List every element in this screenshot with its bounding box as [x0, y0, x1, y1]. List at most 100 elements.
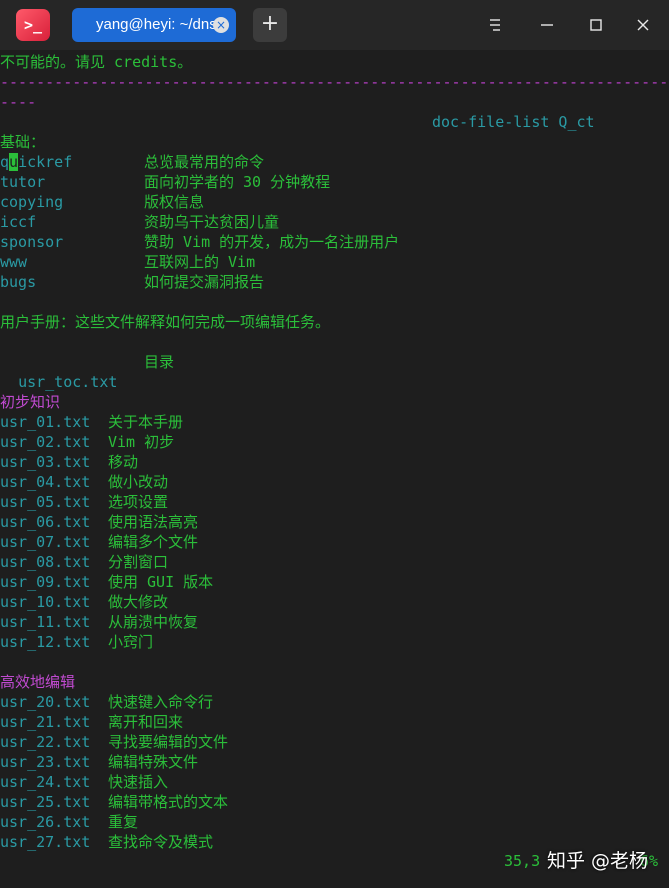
- list-item: copying 版权信息: [0, 192, 204, 212]
- list-item-desc: Vim 初步: [108, 433, 175, 451]
- list-item-desc: 移动: [108, 453, 139, 471]
- intro-line: 不可能的。请见 credits。: [0, 53, 193, 71]
- list-item: usr_08.txt 分割窗口: [0, 552, 168, 572]
- list-item-name: tutor: [0, 173, 46, 191]
- watermark: 知乎 @老杨: [547, 850, 649, 872]
- list-item-name: usr_04.txt: [0, 473, 91, 491]
- close-icon[interactable]: ×: [213, 17, 229, 33]
- list-item-name: usr_03.txt: [0, 453, 91, 471]
- list-item-desc: 编辑带格式的文本: [108, 793, 229, 811]
- list-item-desc: 赞助 Vim 的开发，成为一名注册用户: [144, 233, 400, 251]
- list-item-desc: 快速插入: [108, 773, 169, 791]
- list-item-desc: 寻找要编辑的文件: [108, 733, 229, 751]
- list-item: usr_23.txt 编辑特殊文件: [0, 752, 198, 772]
- list-item-desc: 从崩溃中恢复: [108, 613, 199, 631]
- minimize-icon[interactable]: [536, 14, 558, 36]
- list-item-desc: 如何提交漏洞报告: [144, 273, 265, 291]
- list-item: usr_07.txt 编辑多个文件: [0, 532, 198, 552]
- list-item-name: iccf: [0, 213, 37, 231]
- list-item-name: copying: [0, 193, 64, 211]
- separator-wrap: ----: [0, 93, 37, 111]
- list-item: usr_01.txt 关于本手册: [0, 412, 183, 432]
- list-item-name: usr_07.txt: [0, 533, 91, 551]
- list-item-name: usr_26.txt: [0, 813, 91, 831]
- list-item-desc: 小窍门: [108, 633, 154, 651]
- list-item-name-prefix: q: [0, 153, 10, 171]
- list-item-name: usr_20.txt: [0, 693, 91, 711]
- section2-heading: 高效地编辑: [0, 673, 76, 691]
- list-item-desc: 关于本手册: [108, 413, 184, 431]
- list-item: iccf 资助乌干达贫困儿童: [0, 212, 279, 232]
- list-item-name: usr_12.txt: [0, 633, 91, 651]
- list-item-desc: 编辑特殊文件: [108, 753, 199, 771]
- add-tab-button[interactable]: +: [253, 8, 287, 42]
- list-item-desc: 使用语法高亮: [108, 513, 199, 531]
- list-item-desc: 做大修改: [108, 593, 169, 611]
- list-item: www 互联网上的 Vim: [0, 252, 255, 272]
- toc-desc: 目录: [144, 353, 175, 371]
- list-item: usr_02.txt Vim 初步: [0, 432, 174, 452]
- list-item: usr_03.txt 移动: [0, 452, 138, 472]
- terminal-app-icon[interactable]: >_: [16, 9, 50, 41]
- list-item: usr_27.txt 查找命令及模式: [0, 832, 213, 852]
- list-item-desc: 做小改动: [108, 473, 169, 491]
- list-item-name: usr_27.txt: [0, 833, 91, 851]
- manual-heading: 用户手册：这些文件解释如何完成一项编辑任务。: [0, 313, 331, 331]
- list-item-desc: 面向初学者的 30 分钟教程: [144, 173, 331, 191]
- list-item: usr_21.txt 离开和回来: [0, 712, 183, 732]
- list-item: bugs 如何提交漏洞报告: [0, 272, 264, 292]
- tag-line: doc-file-list Q_ct: [432, 113, 595, 131]
- list-item-desc: 查找命令及模式: [108, 833, 214, 851]
- list-item: usr_25.txt 编辑带格式的文本: [0, 792, 228, 812]
- list-item-name: usr_06.txt: [0, 513, 91, 531]
- list-item: usr_05.txt 选项设置: [0, 492, 168, 512]
- list-item: quickref 总览最常用的命令: [0, 152, 264, 172]
- list-item: usr_20.txt 快速键入命令行: [0, 692, 213, 712]
- list-item-name: usr_23.txt: [0, 753, 91, 771]
- list-item: usr_10.txt 做大修改: [0, 592, 168, 612]
- toc-name: usr_toc.txt: [18, 373, 118, 391]
- maximize-icon[interactable]: [585, 14, 607, 36]
- terminal-tab[interactable]: yang@heyi: ~/dns ×: [72, 8, 236, 42]
- list-item: usr_04.txt 做小改动: [0, 472, 168, 492]
- toc-row: usr_toc.txt 目录: [0, 352, 174, 391]
- basics-heading: 基础：: [0, 133, 46, 151]
- list-item-name: usr_24.txt: [0, 773, 91, 791]
- list-item-name: usr_02.txt: [0, 433, 91, 451]
- list-item: usr_26.txt 重复: [0, 812, 138, 832]
- list-item: tutor 面向初学者的 30 分钟教程: [0, 172, 330, 192]
- list-item-name: usr_22.txt: [0, 733, 91, 751]
- list-item-name: usr_05.txt: [0, 493, 91, 511]
- list-item-desc: 使用 GUI 版本: [108, 573, 214, 591]
- list-item-name-rest: ickref: [18, 153, 73, 171]
- list-item-desc: 重复: [108, 813, 139, 831]
- list-item-desc: 离开和回来: [108, 713, 184, 731]
- terminal-buffer[interactable]: [0, 50, 669, 888]
- list-item: sponsor 赞助 Vim 的开发，成为一名注册用户: [0, 232, 399, 252]
- list-item-name: usr_21.txt: [0, 713, 91, 731]
- list-item-desc: 资助乌干达贫困儿童: [144, 213, 280, 231]
- cursor-position: 35,3: [504, 852, 541, 870]
- list-item-name: usr_11.txt: [0, 613, 91, 631]
- list-item-name: sponsor: [0, 233, 64, 251]
- tab-title: yang@heyi: ~/dns: [96, 16, 217, 33]
- list-item: usr_22.txt 寻找要编辑的文件: [0, 732, 228, 752]
- text-cursor: u: [9, 153, 19, 171]
- list-item-desc: 快速键入命令行: [108, 693, 214, 711]
- list-item: usr_24.txt 快速插入: [0, 772, 168, 792]
- list-item: usr_12.txt 小窍门: [0, 632, 153, 652]
- window-close-icon[interactable]: [632, 14, 654, 36]
- list-item-desc: 互联网上的 Vim: [144, 253, 256, 271]
- menu-icon[interactable]: [484, 14, 506, 36]
- list-item-name: www: [0, 253, 28, 271]
- list-item-name: usr_08.txt: [0, 553, 91, 571]
- list-item-name: usr_25.txt: [0, 793, 91, 811]
- section1-heading: 初步知识: [0, 393, 61, 411]
- list-item-name: usr_09.txt: [0, 573, 91, 591]
- list-item-desc: 版权信息: [144, 193, 205, 211]
- list-item-name: bugs: [0, 273, 37, 291]
- list-item-desc: 分割窗口: [108, 553, 169, 571]
- list-item-desc: 编辑多个文件: [108, 533, 199, 551]
- title-bar: >_ yang@heyi: ~/dns × +: [0, 0, 669, 50]
- list-item-name: quickref: [0, 153, 72, 171]
